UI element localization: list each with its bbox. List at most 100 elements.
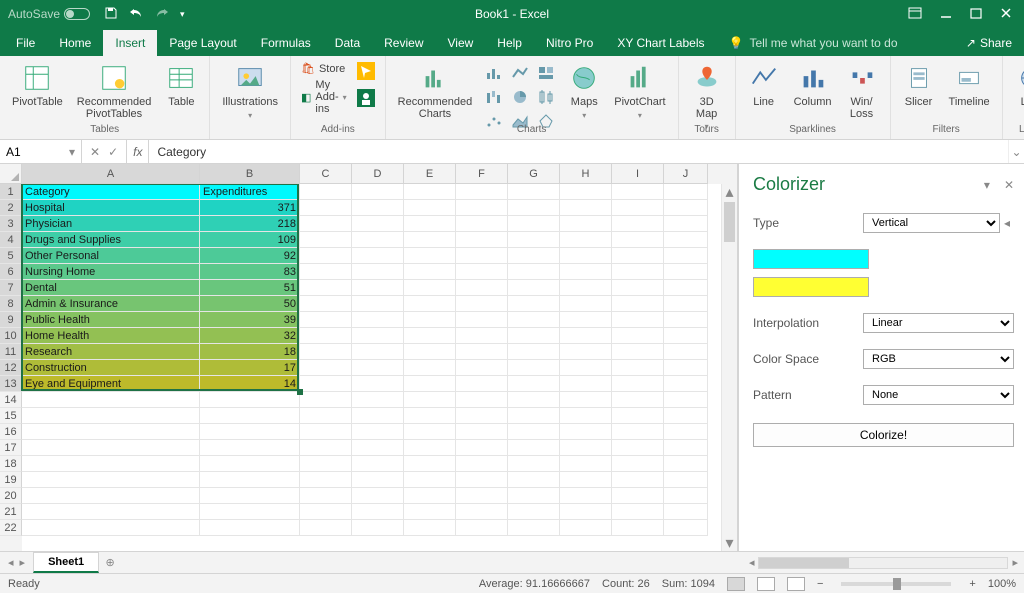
cell[interactable]: Admin & Insurance <box>22 296 200 312</box>
cell[interactable] <box>352 248 404 264</box>
cell[interactable] <box>664 344 708 360</box>
cell[interactable]: 32 <box>200 328 300 344</box>
row-header-15[interactable]: 15 <box>0 408 22 424</box>
cell[interactable] <box>612 456 664 472</box>
cell[interactable] <box>664 392 708 408</box>
row-header-4[interactable]: 4 <box>0 232 22 248</box>
cell[interactable] <box>560 264 612 280</box>
cell[interactable] <box>404 344 456 360</box>
cell[interactable] <box>352 360 404 376</box>
cell[interactable] <box>22 520 200 536</box>
cell[interactable] <box>664 200 708 216</box>
panel-options-icon[interactable]: ▾ <box>984 178 990 192</box>
zoom-out-button[interactable]: − <box>817 578 823 590</box>
cell[interactable] <box>664 296 708 312</box>
cell[interactable] <box>612 296 664 312</box>
cell[interactable] <box>22 488 200 504</box>
tab-formulas[interactable]: Formulas <box>249 30 323 56</box>
cell[interactable] <box>404 408 456 424</box>
cell[interactable] <box>612 248 664 264</box>
name-box[interactable]: A1 ▾ <box>0 140 82 163</box>
cell[interactable] <box>352 328 404 344</box>
cell[interactable] <box>22 408 200 424</box>
cell[interactable]: Physician <box>22 216 200 232</box>
cell[interactable] <box>404 440 456 456</box>
cell[interactable] <box>404 520 456 536</box>
zoom-level[interactable]: 100% <box>988 578 1016 590</box>
cell[interactable] <box>560 184 612 200</box>
tab-xy-chart-labels[interactable]: XY Chart Labels <box>605 30 716 56</box>
fx-icon[interactable]: fx <box>127 140 149 163</box>
cell[interactable] <box>404 184 456 200</box>
expand-formula-bar-icon[interactable]: ⌄ <box>1008 140 1024 163</box>
cell[interactable] <box>508 472 560 488</box>
store-button[interactable]: 🛍Store <box>301 62 347 75</box>
enter-formula-icon[interactable]: ✓ <box>108 145 118 159</box>
cell[interactable] <box>404 312 456 328</box>
cell[interactable] <box>456 328 508 344</box>
cell[interactable] <box>456 200 508 216</box>
bar-chart-icon[interactable] <box>482 62 506 84</box>
cell[interactable] <box>508 264 560 280</box>
line-chart-icon[interactable] <box>508 62 532 84</box>
cell[interactable]: 17 <box>200 360 300 376</box>
cell[interactable] <box>300 360 352 376</box>
cell[interactable] <box>200 472 300 488</box>
cell[interactable] <box>560 216 612 232</box>
row-header-5[interactable]: 5 <box>0 248 22 264</box>
scroll-thumb[interactable] <box>724 202 735 242</box>
row-header-10[interactable]: 10 <box>0 328 22 344</box>
cell[interactable]: Public Health <box>22 312 200 328</box>
cell[interactable] <box>22 392 200 408</box>
cell[interactable] <box>560 408 612 424</box>
colorize-button[interactable]: Colorize! <box>753 423 1014 447</box>
cell[interactable]: 51 <box>200 280 300 296</box>
zoom-slider[interactable] <box>841 582 951 586</box>
cell[interactable] <box>664 488 708 504</box>
col-header-D[interactable]: D <box>352 164 404 184</box>
scroll-down-icon[interactable]: ▾ <box>722 535 737 551</box>
cell[interactable] <box>22 440 200 456</box>
cell[interactable] <box>612 264 664 280</box>
cell[interactable] <box>456 296 508 312</box>
cell[interactable] <box>300 520 352 536</box>
row-header-19[interactable]: 19 <box>0 472 22 488</box>
cell[interactable] <box>456 488 508 504</box>
sheet-tab-active[interactable]: Sheet1 <box>33 552 99 573</box>
cell[interactable] <box>560 360 612 376</box>
cell[interactable] <box>404 392 456 408</box>
recommended-charts-button[interactable]: Recommended Charts <box>392 60 479 122</box>
my-addins-button[interactable]: ◧My Add-ins▾ <box>301 79 347 115</box>
zoom-in-button[interactable]: + <box>969 578 975 590</box>
cell[interactable] <box>352 392 404 408</box>
formula-input[interactable]: Category <box>149 140 1008 163</box>
cell[interactable] <box>200 456 300 472</box>
cell[interactable] <box>560 280 612 296</box>
cell[interactable] <box>560 248 612 264</box>
cell[interactable] <box>352 504 404 520</box>
bing-maps-addin-icon[interactable] <box>357 62 375 85</box>
cell[interactable]: Eye and Equipment <box>22 376 200 392</box>
type-select[interactable]: Vertical <box>863 213 1000 233</box>
row-header-21[interactable]: 21 <box>0 504 22 520</box>
cell[interactable] <box>508 232 560 248</box>
cell[interactable] <box>300 216 352 232</box>
cell[interactable] <box>456 392 508 408</box>
cell[interactable] <box>456 184 508 200</box>
col-header-C[interactable]: C <box>300 164 352 184</box>
cell[interactable] <box>352 424 404 440</box>
cell[interactable] <box>612 312 664 328</box>
cell[interactable] <box>612 184 664 200</box>
cell[interactable] <box>508 248 560 264</box>
row-header-1[interactable]: 1 <box>0 184 22 200</box>
cell[interactable] <box>560 200 612 216</box>
cell[interactable] <box>664 184 708 200</box>
cell[interactable]: 83 <box>200 264 300 280</box>
cell[interactable] <box>456 280 508 296</box>
cell[interactable] <box>456 440 508 456</box>
cell[interactable] <box>560 520 612 536</box>
cell[interactable] <box>612 280 664 296</box>
cell[interactable]: Research <box>22 344 200 360</box>
page-layout-view-button[interactable] <box>757 577 775 591</box>
cell[interactable] <box>508 376 560 392</box>
